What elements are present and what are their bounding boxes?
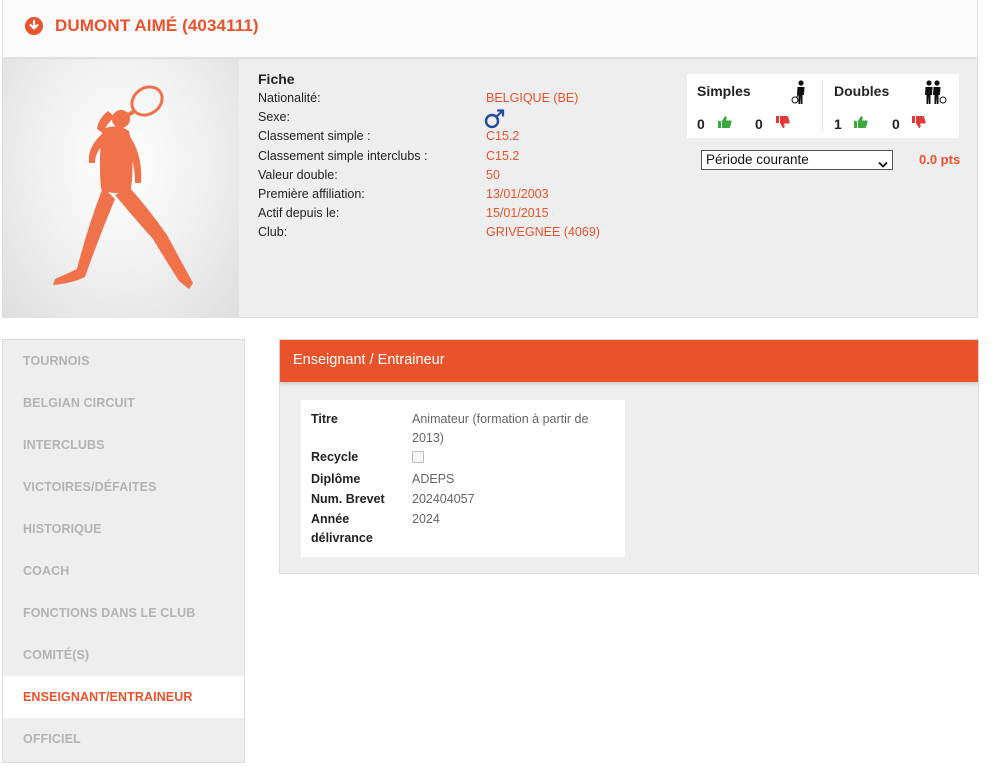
sidebar-item-historique[interactable]: HISTORIQUE — [3, 508, 244, 550]
player-name: DUMONT AIMÉ (4034111) — [55, 16, 259, 35]
player-fiche: Fiche Nationalité: BELGIQUE (BE) Sexe: C… — [258, 71, 678, 245]
sidebar-item-comites[interactable]: COMITÉ(S) — [3, 634, 244, 676]
download-icon[interactable] — [25, 17, 43, 35]
simples-losses: 0 — [755, 116, 763, 132]
active-since-value: 15/01/2015 — [486, 206, 549, 221]
doubles-title: Doubles — [834, 83, 890, 99]
stats-divider — [822, 80, 823, 132]
match-stats-card: Simples 0 0 Doubles 1 0 — [687, 74, 959, 138]
sidebar-item-victoires-defaites[interactable]: VICTOIRES/DÉFAITES — [3, 466, 244, 508]
nationality-value: BELGIQUE (BE) — [486, 91, 579, 105]
fiche-row-nationality: Nationalité: BELGIQUE (BE) — [258, 91, 579, 105]
annee-value: 2024 — [412, 512, 440, 526]
player-header: DUMONT AIMÉ (4034111) — [2, 0, 978, 58]
fiche-row-sex: Sexe: — [258, 109, 678, 129]
diplome-value: ADEPS — [412, 472, 455, 486]
simples-wins: 0 — [697, 116, 705, 132]
sidebar-item-officiel[interactable]: OFFICIEL — [3, 718, 244, 760]
thumbs-up-icon — [717, 115, 733, 133]
thumbs-down-icon — [775, 115, 791, 133]
sidebar-item-fonctions-club[interactable]: FONCTIONS DANS LE CLUB — [3, 592, 244, 634]
thumbs-down-icon — [911, 115, 927, 133]
panel-header: Enseignant / Entraineur — [280, 340, 978, 382]
doubles-losses: 0 — [892, 116, 900, 132]
coach-info-card: Titre Animateur (formation à partir de 2… — [301, 400, 625, 557]
sidebar-item-interclubs[interactable]: INTERCLUBS — [3, 424, 244, 466]
fiche-title: Fiche — [258, 71, 295, 87]
single-player-icon — [791, 80, 809, 110]
fiche-row-ranking-interclubs: Classement simple interclubs : C15.2 — [258, 148, 520, 163]
points-value: 0.0 pts — [919, 152, 961, 167]
simples-title: Simples — [697, 83, 751, 99]
thumbs-up-icon — [853, 115, 869, 133]
fiche-row-double-value: Valeur double: 50 — [258, 167, 500, 182]
sidebar-item-belgian-circuit[interactable]: BELGIAN CIRCUIT — [3, 382, 244, 424]
first-affiliation-value: 13/01/2003 — [486, 186, 549, 201]
panel-title: Enseignant / Entraineur — [293, 352, 445, 368]
brevet-value: 202404057 — [412, 492, 475, 506]
sidebar-item-enseignant-entraineur[interactable]: ENSEIGNANT/ENTRAINEUR — [3, 676, 244, 718]
fiche-row-first-affiliation: Première affiliation: 13/01/2003 — [258, 186, 549, 201]
recycle-checkbox[interactable] — [412, 451, 424, 463]
fiche-row-active-since: Actif depuis le: 15/01/2015 — [258, 206, 549, 221]
sidebar-item-coach[interactable]: COACH — [3, 550, 244, 592]
fiche-row-club: Club: GRIVEGNEE (4069) — [258, 225, 600, 240]
double-value: 50 — [486, 167, 500, 182]
doubles-wins: 1 — [834, 116, 842, 132]
club-link[interactable]: GRIVEGNEE (4069) — [486, 225, 600, 239]
chevron-down-icon — [878, 156, 888, 174]
ranking-value[interactable]: C15.2 — [486, 129, 519, 143]
period-select-value: Période courante — [706, 152, 809, 167]
sidebar-item-tournois[interactable]: TOURNOIS — [3, 340, 244, 382]
titre-value: Animateur (formation à partir de 2013) — [412, 412, 589, 445]
double-players-icon — [921, 80, 947, 110]
sidebar-nav: TOURNOIS BELGIAN CIRCUIT INTERCLUBS VICT… — [2, 339, 245, 763]
player-silhouette-image — [3, 59, 239, 318]
enseignant-panel: Enseignant / Entraineur Titre Animateur … — [279, 339, 979, 574]
period-select[interactable]: Période courante — [701, 150, 893, 170]
ranking-interclubs-value[interactable]: C15.2 — [486, 149, 519, 163]
fiche-row-ranking: Classement simple : C15.2 — [258, 129, 520, 144]
profile-section: Fiche Nationalité: BELGIQUE (BE) Sexe: C… — [2, 58, 978, 318]
